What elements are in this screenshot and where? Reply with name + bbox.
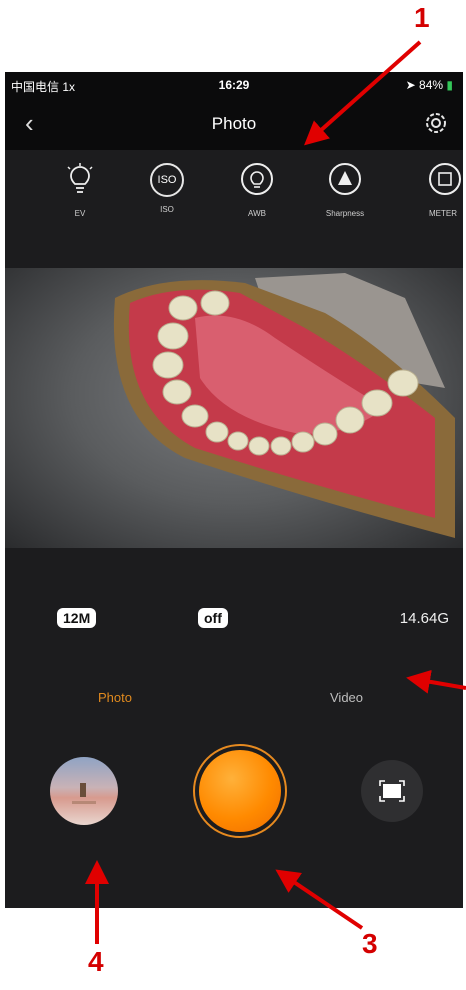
arrow-1 [304, 40, 422, 146]
arrow-3 [275, 869, 364, 930]
annotation-arrows [85, 40, 466, 944]
arrow-2 [406, 669, 466, 694]
